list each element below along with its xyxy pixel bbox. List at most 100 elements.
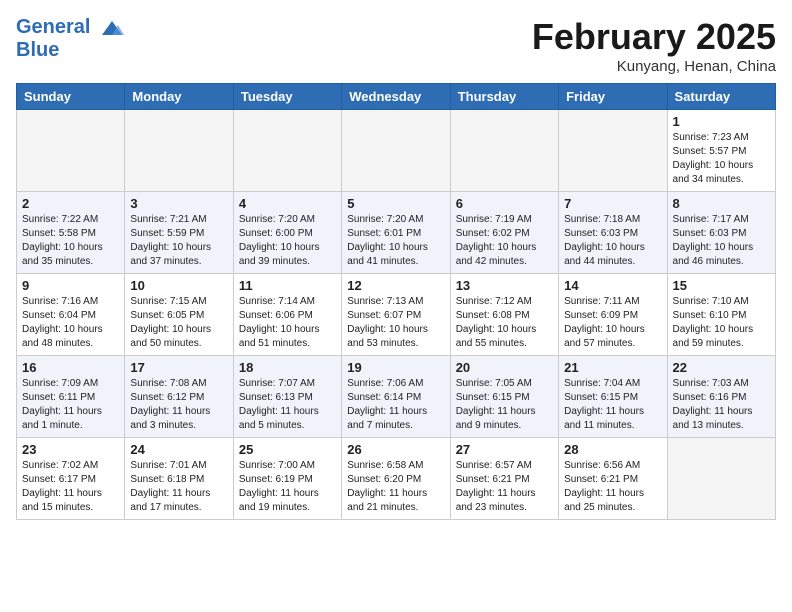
day-info: Sunrise: 6:57 AM Sunset: 6:21 PM Dayligh… (456, 459, 553, 515)
day-info: Sunrise: 7:05 AM Sunset: 6:15 PM Dayligh… (456, 377, 553, 433)
day-info: Sunrise: 7:18 AM Sunset: 6:03 PM Dayligh… (564, 213, 661, 269)
calendar-cell: 11 Sunrise: 7:14 AM Sunset: 6:06 PM Dayli… (233, 274, 341, 356)
day-info: Sunrise: 7:08 AM Sunset: 6:12 PM Dayligh… (130, 377, 227, 433)
day-number: 13 (456, 278, 553, 293)
day-info: Sunrise: 7:11 AM Sunset: 6:09 PM Dayligh… (564, 295, 661, 351)
calendar-cell (233, 110, 341, 192)
day-info: Sunrise: 7:17 AM Sunset: 6:03 PM Dayligh… (673, 213, 770, 269)
day-number: 20 (456, 360, 553, 375)
day-number: 10 (130, 278, 227, 293)
calendar-cell: 12 Sunrise: 7:13 AM Sunset: 6:07 PM Dayli… (342, 274, 450, 356)
day-info: Sunrise: 7:00 AM Sunset: 6:19 PM Dayligh… (239, 459, 336, 515)
weekday-header-wednesday: Wednesday (342, 84, 450, 110)
day-info: Sunrise: 7:13 AM Sunset: 6:07 PM Dayligh… (347, 295, 444, 351)
day-info: Sunrise: 7:12 AM Sunset: 6:08 PM Dayligh… (456, 295, 553, 351)
calendar-cell: 2 Sunrise: 7:22 AM Sunset: 5:58 PM Daylig… (17, 192, 125, 274)
day-number: 25 (239, 442, 336, 457)
day-number: 9 (22, 278, 119, 293)
calendar-cell: 27 Sunrise: 6:57 AM Sunset: 6:21 PM Dayli… (450, 438, 558, 520)
weekday-header-thursday: Thursday (450, 84, 558, 110)
calendar-cell (667, 438, 775, 520)
day-number: 11 (239, 278, 336, 293)
day-number: 1 (673, 114, 770, 129)
logo-blue-text: Blue (16, 39, 126, 62)
calendar-week-row: 2 Sunrise: 7:22 AM Sunset: 5:58 PM Daylig… (17, 192, 776, 274)
calendar-cell (559, 110, 667, 192)
day-info: Sunrise: 7:19 AM Sunset: 6:02 PM Dayligh… (456, 213, 553, 269)
calendar-cell: 24 Sunrise: 7:01 AM Sunset: 6:18 PM Dayli… (125, 438, 233, 520)
day-info: Sunrise: 7:01 AM Sunset: 6:18 PM Dayligh… (130, 459, 227, 515)
logo-text: General (16, 16, 126, 39)
day-info: Sunrise: 7:15 AM Sunset: 6:05 PM Dayligh… (130, 295, 227, 351)
calendar-cell: 4 Sunrise: 7:20 AM Sunset: 6:00 PM Daylig… (233, 192, 341, 274)
day-number: 4 (239, 196, 336, 211)
day-number: 15 (673, 278, 770, 293)
day-info: Sunrise: 7:06 AM Sunset: 6:14 PM Dayligh… (347, 377, 444, 433)
logo-icon (98, 17, 126, 39)
day-number: 21 (564, 360, 661, 375)
day-number: 6 (456, 196, 553, 211)
weekday-header-sunday: Sunday (17, 84, 125, 110)
calendar-cell: 28Sunrise: 6:56 AM Sunset: 6:21 PM Dayli… (559, 438, 667, 520)
day-number: 12 (347, 278, 444, 293)
calendar-cell: 1 Sunrise: 7:23 AM Sunset: 5:57 PM Daylig… (667, 110, 775, 192)
weekday-header-saturday: Saturday (667, 84, 775, 110)
day-info: Sunrise: 7:07 AM Sunset: 6:13 PM Dayligh… (239, 377, 336, 433)
calendar-cell: 22 Sunrise: 7:03 AM Sunset: 6:16 PM Dayli… (667, 356, 775, 438)
day-info: Sunrise: 7:09 AM Sunset: 6:11 PM Dayligh… (22, 377, 119, 433)
day-info: Sunrise: 7:23 AM Sunset: 5:57 PM Dayligh… (673, 131, 770, 187)
calendar-cell: 23 Sunrise: 7:02 AM Sunset: 6:17 PM Dayli… (17, 438, 125, 520)
day-number: 26 (347, 442, 444, 457)
day-number: 7 (564, 196, 661, 211)
calendar-cell: 14 Sunrise: 7:11 AM Sunset: 6:09 PM Dayli… (559, 274, 667, 356)
month-title: February 2025 (532, 16, 776, 58)
day-info: Sunrise: 7:20 AM Sunset: 6:00 PM Dayligh… (239, 213, 336, 269)
day-info: Sunrise: 7:22 AM Sunset: 5:58 PM Dayligh… (22, 213, 119, 269)
weekday-header-friday: Friday (559, 84, 667, 110)
day-info: Sunrise: 7:10 AM Sunset: 6:10 PM Dayligh… (673, 295, 770, 351)
day-number: 8 (673, 196, 770, 211)
day-number: 17 (130, 360, 227, 375)
calendar-cell: 7 Sunrise: 7:18 AM Sunset: 6:03 PM Daylig… (559, 192, 667, 274)
day-info: Sunrise: 6:58 AM Sunset: 6:20 PM Dayligh… (347, 459, 444, 515)
calendar-cell: 15 Sunrise: 7:10 AM Sunset: 6:10 PM Dayli… (667, 274, 775, 356)
location: Kunyang, Henan, China (532, 58, 776, 75)
calendar-cell: 9Sunrise: 7:16 AM Sunset: 6:04 PM Daylig… (17, 274, 125, 356)
day-number: 27 (456, 442, 553, 457)
calendar-cell: 3 Sunrise: 7:21 AM Sunset: 5:59 PM Daylig… (125, 192, 233, 274)
day-info: Sunrise: 7:14 AM Sunset: 6:06 PM Dayligh… (239, 295, 336, 351)
calendar-cell: 17 Sunrise: 7:08 AM Sunset: 6:12 PM Dayli… (125, 356, 233, 438)
calendar-cell (125, 110, 233, 192)
calendar-week-row: 1 Sunrise: 7:23 AM Sunset: 5:57 PM Daylig… (17, 110, 776, 192)
calendar-cell: 16Sunrise: 7:09 AM Sunset: 6:11 PM Dayli… (17, 356, 125, 438)
day-info: Sunrise: 7:20 AM Sunset: 6:01 PM Dayligh… (347, 213, 444, 269)
day-info: Sunrise: 7:21 AM Sunset: 5:59 PM Dayligh… (130, 213, 227, 269)
calendar-cell: 8 Sunrise: 7:17 AM Sunset: 6:03 PM Daylig… (667, 192, 775, 274)
day-info: Sunrise: 7:02 AM Sunset: 6:17 PM Dayligh… (22, 459, 119, 515)
calendar-cell: 13 Sunrise: 7:12 AM Sunset: 6:08 PM Dayli… (450, 274, 558, 356)
day-number: 23 (22, 442, 119, 457)
day-number: 24 (130, 442, 227, 457)
calendar-cell: 18 Sunrise: 7:07 AM Sunset: 6:13 PM Dayli… (233, 356, 341, 438)
day-number: 3 (130, 196, 227, 211)
day-number: 19 (347, 360, 444, 375)
day-info: Sunrise: 7:03 AM Sunset: 6:16 PM Dayligh… (673, 377, 770, 433)
logo: General Blue (16, 16, 126, 62)
title-block: February 2025 Kunyang, Henan, China (532, 16, 776, 75)
calendar-cell (450, 110, 558, 192)
day-number: 5 (347, 196, 444, 211)
page-header: General Blue February 2025 Kunyang, Hena… (16, 16, 776, 75)
weekday-header-row: SundayMondayTuesdayWednesdayThursdayFrid… (17, 84, 776, 110)
calendar-cell: 5 Sunrise: 7:20 AM Sunset: 6:01 PM Daylig… (342, 192, 450, 274)
calendar-table: SundayMondayTuesdayWednesdayThursdayFrid… (16, 83, 776, 520)
day-number: 14 (564, 278, 661, 293)
day-number: 22 (673, 360, 770, 375)
day-number: 2 (22, 196, 119, 211)
calendar-cell: 25 Sunrise: 7:00 AM Sunset: 6:19 PM Dayli… (233, 438, 341, 520)
calendar-cell: 6 Sunrise: 7:19 AM Sunset: 6:02 PM Daylig… (450, 192, 558, 274)
calendar-cell: 10 Sunrise: 7:15 AM Sunset: 6:05 PM Dayli… (125, 274, 233, 356)
day-number: 18 (239, 360, 336, 375)
day-info: Sunrise: 7:04 AM Sunset: 6:15 PM Dayligh… (564, 377, 661, 433)
calendar-week-row: 23 Sunrise: 7:02 AM Sunset: 6:17 PM Dayli… (17, 438, 776, 520)
calendar-cell: 19 Sunrise: 7:06 AM Sunset: 6:14 PM Dayli… (342, 356, 450, 438)
